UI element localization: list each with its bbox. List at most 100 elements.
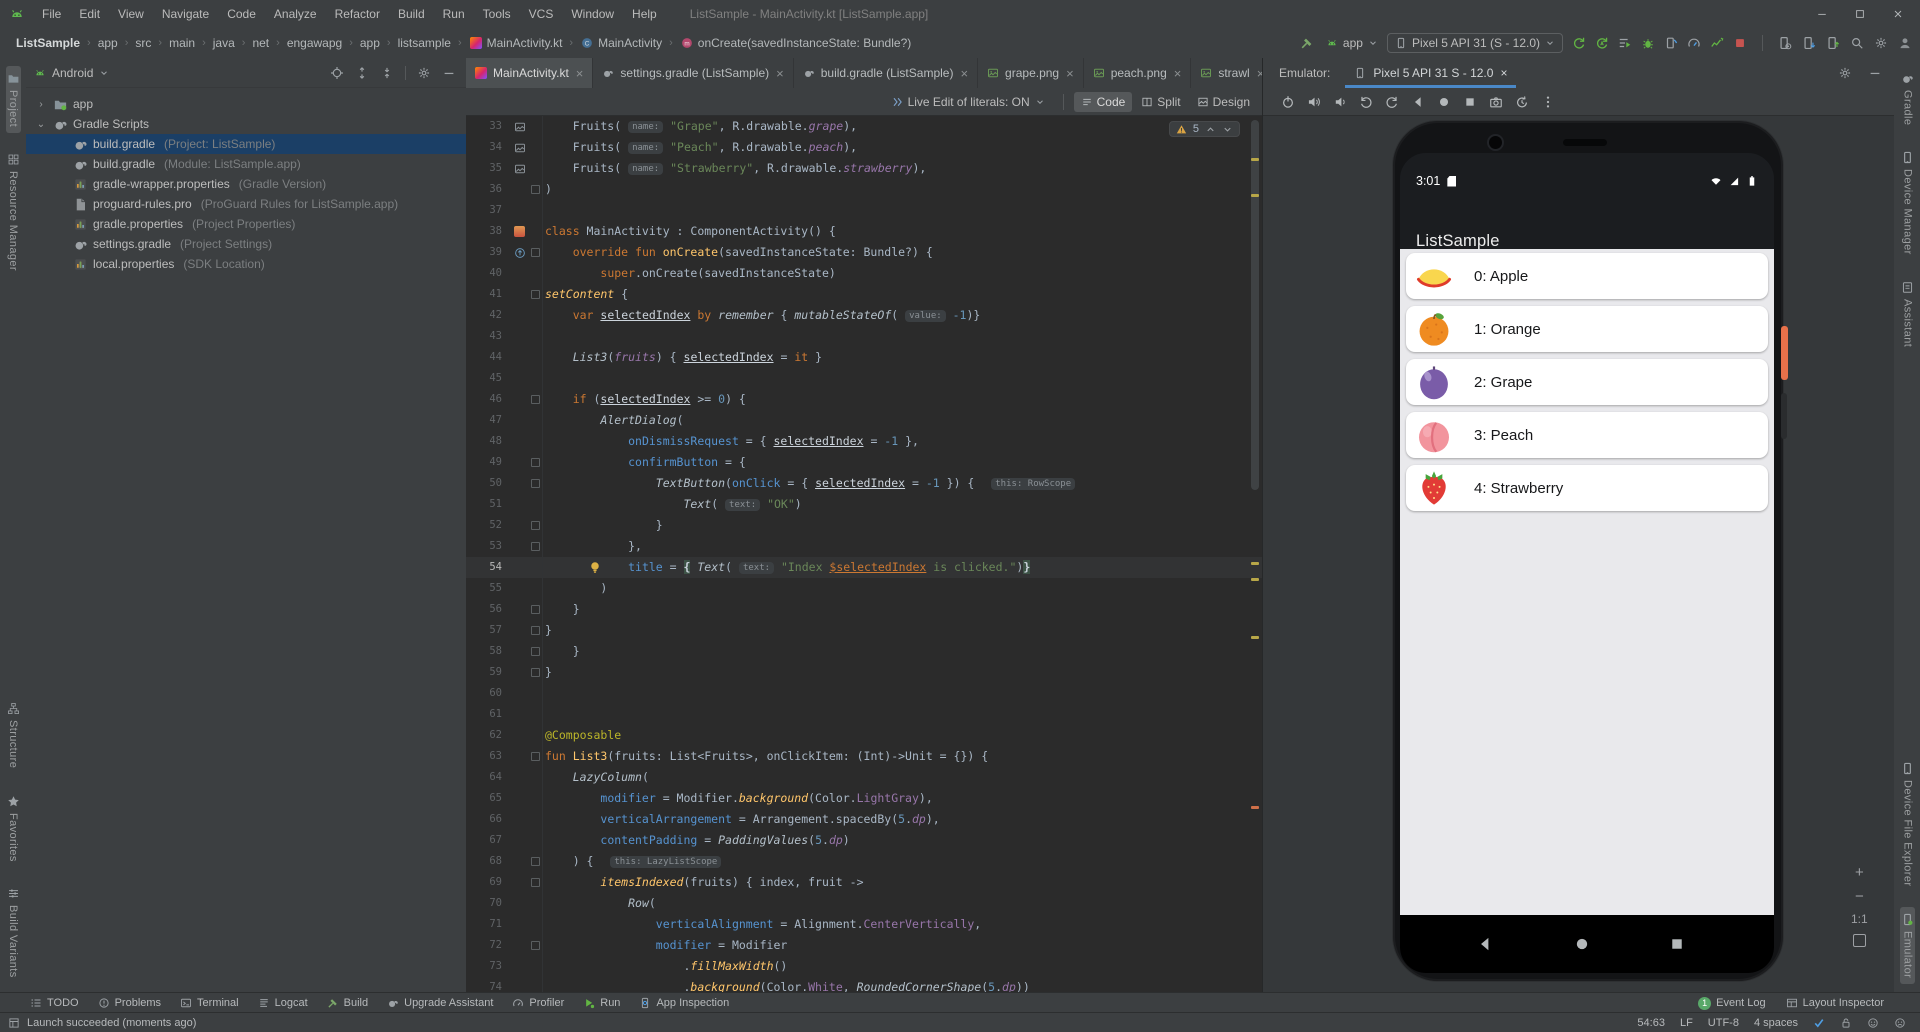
stripe-tab-emulator[interactable]: Emulator (1900, 906, 1915, 984)
stripe-tab-build-variants[interactable]: Build Variants (6, 881, 21, 984)
stripe-tab-structure[interactable]: Structure (6, 696, 21, 774)
locate-icon[interactable] (330, 66, 344, 80)
chevron-up-icon[interactable] (1205, 124, 1216, 135)
editor-tab-mainactivity.kt[interactable]: MainActivity.kt × (466, 58, 594, 88)
editor-tab-build.gradle-listsample-[interactable]: build.gradle (ListSample) × (794, 58, 979, 88)
collapse-icon[interactable] (380, 66, 394, 80)
menu-build[interactable]: Build (389, 1, 434, 28)
stripe-tab-device-manager[interactable]: Device Manager (1900, 145, 1915, 261)
tree-item-gradle-wrapper.properties[interactable]: gradle-wrapper.properties (Gradle Version… (26, 174, 466, 194)
emulator-tab[interactable]: Pixel 5 API 31 S - 12.0 × (1342, 58, 1519, 88)
code-line-63[interactable]: 63 fun List3(fruits: List<Fruits>, onClic… (466, 746, 1262, 767)
stripe-tab-project[interactable]: Project (5, 66, 21, 134)
maximize-icon[interactable] (1854, 8, 1866, 20)
toolwindow-button-event-log[interactable]: 1 Event Log (1698, 996, 1766, 1010)
overrides-icon[interactable] (514, 247, 526, 259)
menu-tools[interactable]: Tools (474, 1, 520, 28)
rotate-right-icon[interactable] (1385, 95, 1399, 109)
scrollbar-mark[interactable] (1251, 158, 1259, 161)
frown-icon[interactable] (1894, 1017, 1906, 1029)
toolwindow-button-run[interactable]: Run (583, 997, 620, 1009)
fold-marker[interactable] (530, 626, 540, 635)
menu-help[interactable]: Help (623, 1, 666, 28)
fold-marker[interactable] (530, 248, 540, 257)
code-line-47[interactable]: 47 AlertDialog( (466, 410, 1262, 431)
mode-code-button[interactable]: Code (1073, 91, 1133, 112)
menu-analyze[interactable]: Analyze (265, 1, 326, 28)
file-encoding[interactable]: UTF-8 (1708, 1017, 1739, 1029)
code-line-71[interactable]: 71 verticalAlignment = Alignment.CenterV… (466, 914, 1262, 935)
fold-marker[interactable] (530, 941, 540, 950)
breadcrumb-item[interactable]: engawapg (286, 36, 343, 50)
breadcrumb-item[interactable]: ListSample (15, 36, 81, 50)
nav-overview-icon[interactable] (1463, 95, 1477, 109)
image-preview-icon[interactable] (514, 121, 526, 133)
window-grid-icon[interactable] (8, 1017, 20, 1029)
lock-icon[interactable] (1840, 1017, 1852, 1029)
gear-icon[interactable] (1838, 66, 1852, 80)
power-icon[interactable] (1281, 95, 1295, 109)
fold-marker[interactable] (530, 668, 540, 677)
code-line-57[interactable]: 57} (466, 620, 1262, 641)
stripe-tab-device-file-explorer[interactable]: Device File Explorer (1900, 756, 1915, 892)
expand-icon[interactable] (355, 66, 369, 80)
breadcrumb-item[interactable]: app (97, 36, 119, 50)
caret-position[interactable]: 54:63 (1637, 1017, 1665, 1029)
power-button[interactable] (1781, 326, 1788, 380)
toolwindow-button-build[interactable]: Build (327, 997, 368, 1009)
toolwindow-button-logcat[interactable]: Logcat (258, 997, 308, 1009)
minimize-icon[interactable] (1816, 8, 1828, 20)
code-line-41[interactable]: 41 setContent { (466, 284, 1262, 305)
volume-up-icon[interactable] (1307, 95, 1321, 109)
code-line-68[interactable]: 68 ) { this: LazyListScope (466, 851, 1262, 872)
fold-marker[interactable] (530, 395, 540, 404)
breadcrumb-item[interactable]: listsample (397, 36, 452, 50)
intention-bulb-icon[interactable] (588, 560, 602, 575)
tree-item-gradle-scripts[interactable]: ⌄ Gradle Scripts (26, 114, 466, 134)
scrollbar-mark[interactable] (1251, 562, 1259, 565)
mode-design-button[interactable]: Design (1190, 92, 1257, 112)
editor-tab-peach.png[interactable]: peach.png × (1084, 58, 1192, 88)
project-view-select[interactable]: Android (52, 66, 93, 80)
fold-marker[interactable] (530, 752, 540, 761)
scrollbar-thumb[interactable] (1251, 120, 1259, 490)
live-edit-toggle[interactable]: Live Edit of literals: ON (891, 95, 1045, 109)
list-item-grape[interactable]: 2: Grape (1406, 359, 1768, 405)
build-hammer-button[interactable] (1297, 33, 1317, 53)
run-config-select[interactable]: app (1326, 36, 1378, 50)
close-icon[interactable]: × (1174, 67, 1182, 80)
breadcrumb-method[interactable]: onCreate(savedInstanceState: Bundle?) (697, 36, 912, 50)
stripe-tab-resource-manager[interactable]: Resource Manager (6, 147, 21, 277)
close-icon[interactable] (1892, 8, 1904, 20)
breadcrumb-file[interactable]: MainActivity.kt (486, 36, 564, 50)
code-line-42[interactable]: 42 var selectedIndex by remember { mutab… (466, 305, 1262, 326)
smile-icon[interactable] (1867, 1017, 1879, 1029)
code-line-49[interactable]: 49 confirmButton = { (466, 452, 1262, 473)
fold-marker[interactable] (530, 542, 540, 551)
code-line-35[interactable]: 35 Fruits( name: "Strawberry", R.drawabl… (466, 158, 1262, 179)
code-line-38[interactable]: 38 class MainActivity : ComponentActivity… (466, 221, 1262, 242)
mode-split-button[interactable]: Split (1134, 92, 1187, 112)
fold-marker[interactable] (530, 878, 540, 887)
toolwindow-button-profiler[interactable]: Profiler (512, 997, 564, 1009)
menu-navigate[interactable]: Navigate (153, 1, 218, 28)
close-icon[interactable]: × (576, 67, 584, 80)
code-line-56[interactable]: 56 } (466, 599, 1262, 620)
code-line-58[interactable]: 58 } (466, 641, 1262, 662)
device-screen[interactable]: 3:01 ListSample 0: Apple 1: Orange 2: Gr… (1400, 153, 1774, 973)
code-line-50[interactable]: 50 TextButton(onClick = { selectedIndex … (466, 473, 1262, 494)
breadcrumb-item[interactable]: src (134, 36, 152, 50)
fold-marker[interactable] (530, 185, 540, 194)
fold-marker[interactable] (530, 290, 540, 299)
tree-item-build.gradle[interactable]: build.gradle (Module: ListSample.app) (26, 154, 466, 174)
menu-file[interactable]: File (33, 1, 70, 28)
editor-tab-grape.png[interactable]: grape.png × (978, 58, 1084, 88)
code-editor[interactable]: 33 Fruits( name: "Grape", R.drawable.gra… (466, 116, 1262, 992)
hide-icon[interactable] (1868, 66, 1882, 80)
volume-button[interactable] (1781, 393, 1787, 439)
close-icon[interactable]: × (960, 67, 968, 80)
inspection-widget[interactable]: 5 (1168, 121, 1240, 137)
menu-window[interactable]: Window (562, 1, 623, 28)
chevron-down-icon[interactable] (1222, 124, 1233, 135)
editor-scrollbar[interactable] (1248, 116, 1262, 992)
